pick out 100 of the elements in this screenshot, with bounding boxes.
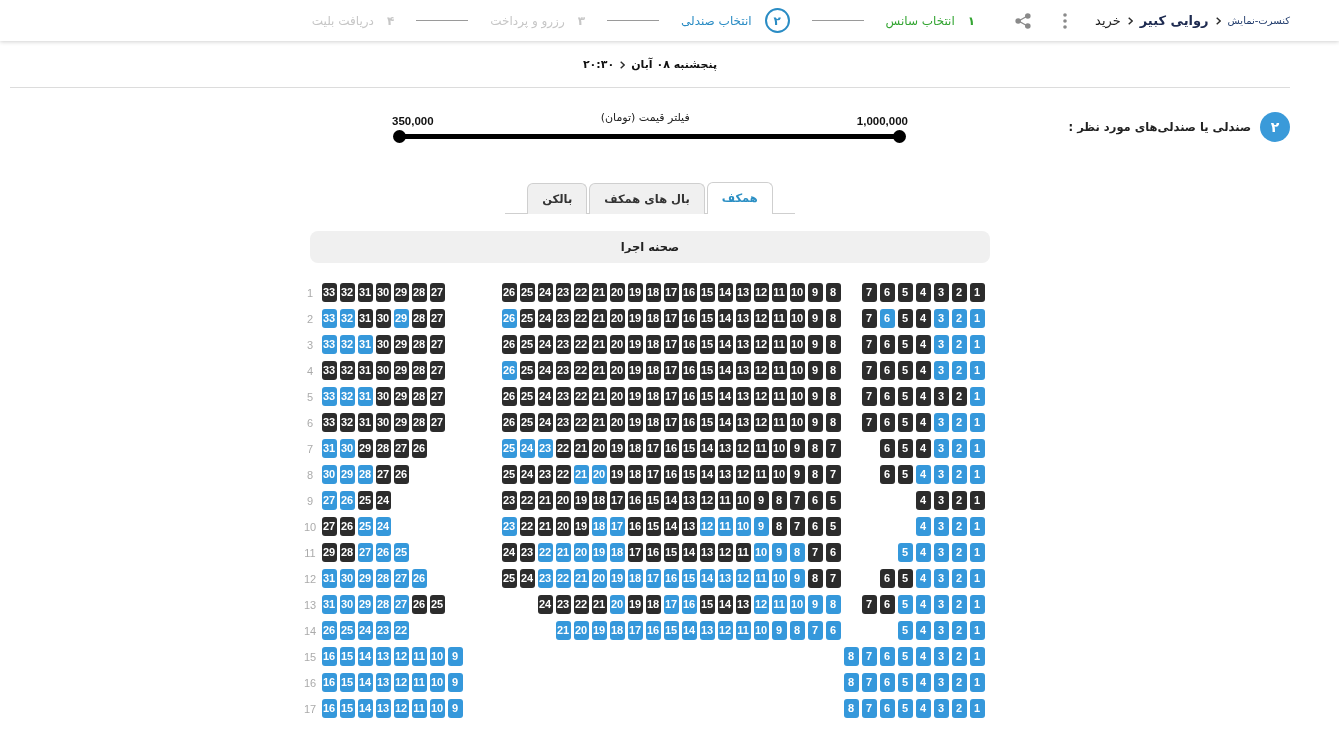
seat[interactable]: 9 (789, 439, 805, 458)
seat[interactable]: 22 (573, 387, 589, 406)
seat[interactable]: 24 (537, 283, 553, 302)
seat[interactable]: 29 (321, 543, 337, 562)
seat[interactable]: 17 (663, 387, 679, 406)
seat[interactable]: 20 (609, 361, 625, 380)
seat[interactable]: 19 (627, 283, 643, 302)
seat[interactable]: 25 (519, 309, 535, 328)
seat[interactable]: 29 (393, 361, 409, 380)
seat[interactable]: 17 (645, 439, 661, 458)
seat[interactable]: 9 (807, 335, 823, 354)
share-icon[interactable] (1015, 12, 1032, 29)
seat[interactable]: 10 (789, 413, 805, 432)
seat[interactable]: 8 (825, 335, 841, 354)
seat[interactable]: 13 (735, 283, 751, 302)
seat[interactable]: 20 (609, 335, 625, 354)
seat[interactable]: 8 (771, 491, 787, 510)
seat[interactable]: 10 (789, 283, 805, 302)
seat[interactable]: 28 (411, 335, 427, 354)
seat[interactable]: 24 (537, 413, 553, 432)
seat[interactable]: 16 (681, 309, 697, 328)
seat[interactable]: 12 (735, 465, 751, 484)
seat[interactable]: 5 (897, 413, 913, 432)
seat[interactable]: 13 (699, 543, 715, 562)
seat[interactable]: 5 (897, 569, 913, 588)
tab[interactable]: بال های همکف (589, 183, 705, 214)
seat[interactable]: 5 (825, 491, 841, 510)
seat[interactable]: 21 (591, 413, 607, 432)
seat[interactable]: 18 (645, 335, 661, 354)
seat[interactable]: 23 (555, 283, 571, 302)
seat[interactable]: 24 (501, 543, 517, 562)
seat[interactable]: 22 (555, 465, 571, 484)
seat[interactable]: 28 (411, 413, 427, 432)
seat[interactable]: 16 (627, 491, 643, 510)
seat[interactable]: 17 (663, 361, 679, 380)
seat[interactable]: 19 (627, 387, 643, 406)
seat[interactable]: 19 (609, 465, 625, 484)
seat[interactable]: 4 (915, 283, 931, 302)
seat[interactable]: 28 (411, 283, 427, 302)
seat[interactable]: 20 (555, 491, 571, 510)
seat[interactable]: 2 (951, 283, 967, 302)
seat[interactable]: 21 (591, 335, 607, 354)
seat[interactable]: 10 (771, 439, 787, 458)
seat[interactable]: 10 (771, 465, 787, 484)
seat[interactable]: 7 (861, 595, 877, 614)
vertical-dots-icon[interactable] (1063, 12, 1068, 29)
seat[interactable]: 5 (897, 465, 913, 484)
seat[interactable]: 20 (555, 517, 571, 536)
seat[interactable]: 15 (699, 283, 715, 302)
seat[interactable]: 15 (699, 413, 715, 432)
seat[interactable]: 27 (321, 517, 337, 536)
seat[interactable]: 20 (609, 309, 625, 328)
seat[interactable]: 24 (537, 335, 553, 354)
seat[interactable]: 10 (789, 309, 805, 328)
seat[interactable]: 7 (861, 335, 877, 354)
seat[interactable]: 14 (699, 439, 715, 458)
seat[interactable]: 6 (825, 543, 841, 562)
seat[interactable]: 16 (681, 387, 697, 406)
seat[interactable]: 6 (807, 517, 823, 536)
seat[interactable]: 30 (375, 361, 391, 380)
seat[interactable]: 29 (357, 439, 373, 458)
seat[interactable]: 9 (807, 309, 823, 328)
seat[interactable]: 24 (537, 387, 553, 406)
tab[interactable]: بالکن (527, 183, 588, 214)
seat[interactable]: 5 (825, 517, 841, 536)
seat[interactable]: 29 (393, 283, 409, 302)
seat[interactable]: 14 (717, 387, 733, 406)
seat[interactable]: 10 (789, 361, 805, 380)
seat[interactable]: 13 (735, 335, 751, 354)
seat[interactable]: 13 (735, 387, 751, 406)
seat[interactable]: 26 (411, 439, 427, 458)
seat[interactable]: 23 (555, 387, 571, 406)
seat[interactable]: 27 (429, 283, 445, 302)
seat[interactable]: 16 (681, 361, 697, 380)
seat[interactable]: 6 (879, 413, 895, 432)
seat[interactable]: 26 (501, 283, 517, 302)
seat[interactable]: 11 (771, 387, 787, 406)
seat[interactable]: 16 (645, 543, 661, 562)
seat[interactable]: 28 (411, 361, 427, 380)
seat[interactable]: 12 (753, 413, 769, 432)
seat[interactable]: 25 (519, 361, 535, 380)
seat[interactable]: 24 (537, 361, 553, 380)
seat[interactable]: 4 (915, 491, 931, 510)
seat[interactable]: 14 (681, 543, 697, 562)
seat[interactable]: 13 (717, 465, 733, 484)
seat[interactable]: 6 (879, 569, 895, 588)
seat[interactable]: 2 (951, 491, 967, 510)
seat[interactable]: 19 (627, 413, 643, 432)
seat[interactable]: 32 (339, 283, 355, 302)
seat[interactable]: 12 (717, 543, 733, 562)
seat[interactable]: 18 (645, 361, 661, 380)
seat[interactable]: 12 (753, 309, 769, 328)
seat[interactable]: 11 (771, 335, 787, 354)
seat[interactable]: 25 (501, 465, 517, 484)
seat[interactable]: 11 (717, 491, 733, 510)
seat[interactable]: 23 (501, 491, 517, 510)
seat[interactable]: 30 (375, 283, 391, 302)
seat[interactable]: 10 (789, 387, 805, 406)
seat[interactable]: 4 (915, 335, 931, 354)
seat[interactable]: 20 (609, 413, 625, 432)
